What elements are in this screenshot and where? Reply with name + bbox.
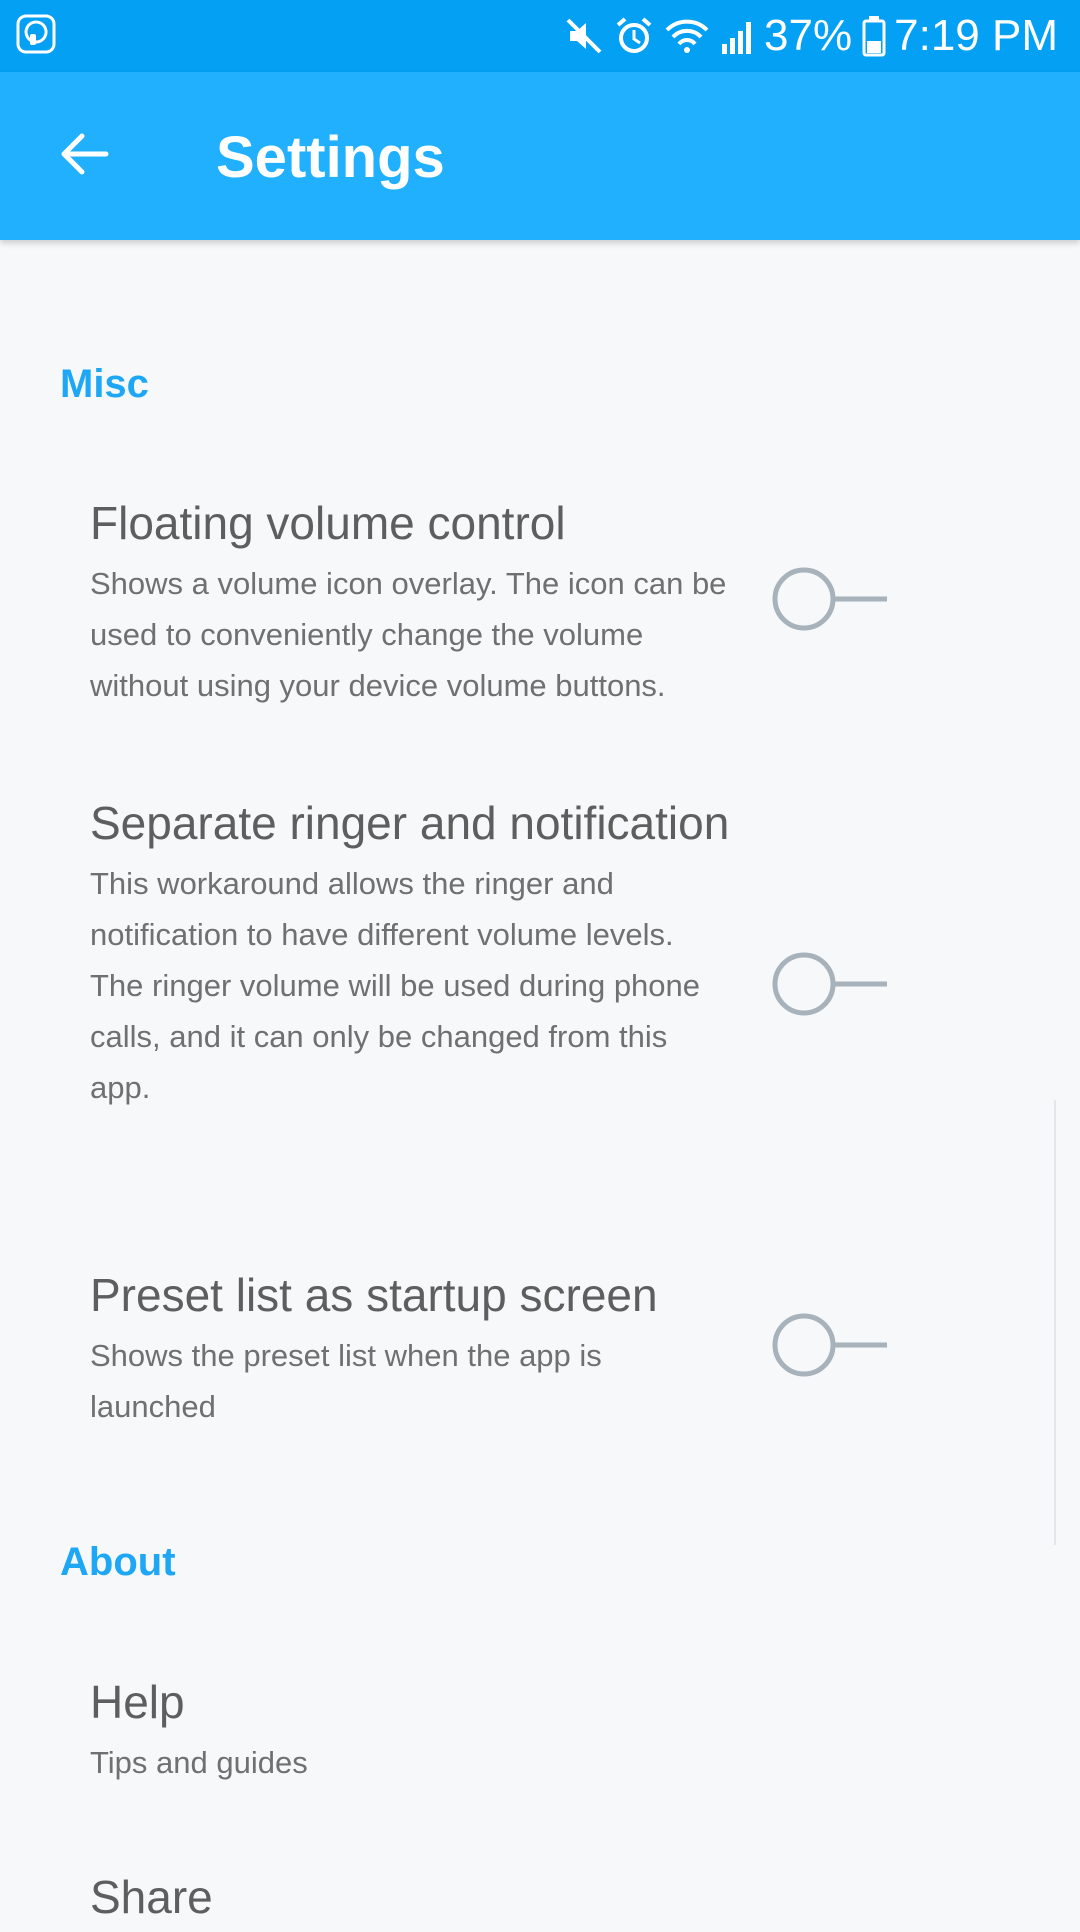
alarm-icon [614,16,654,56]
pref-summary: This workaround allows the ringer and no… [90,866,701,1105]
battery-icon [862,15,886,57]
pref-summary: Shows the preset list when the app is la… [90,1338,602,1424]
scrollbar[interactable] [1054,1100,1056,1545]
pref-preset-list-startup[interactable]: Preset list as startup screen Shows the … [90,1261,730,1432]
pref-summary: Shows a volume icon overlay. The icon ca… [90,566,727,703]
pref-title: Share [90,1871,213,1923]
floating-volume-control-switch[interactable] [770,565,890,633]
pref-title: Separate ringer and notification [90,797,730,849]
app-notification-icon [16,14,56,54]
arrow-back-icon [58,132,110,181]
pref-title: Help [90,1676,185,1728]
status-bar: 37% 7:19 PM [0,0,1080,72]
mute-icon [564,16,604,56]
pref-help[interactable]: Help Tips and guides [90,1668,730,1788]
app-bar: Settings [0,72,1080,240]
separate-ringer-notification-switch[interactable] [770,950,890,1018]
signal-icon [720,16,756,56]
pref-summary: Tips and guides [90,1745,308,1780]
pref-separate-ringer-notification[interactable]: Separate ringer and notification This wo… [90,789,730,1113]
wifi-icon [664,16,710,56]
pref-share[interactable]: Share [90,1863,730,1932]
preset-list-startup-switch[interactable] [770,1311,890,1379]
back-button[interactable] [46,118,122,194]
section-header-misc: Misc [60,362,149,406]
battery-percent: 37% [764,11,853,60]
page-title: Settings [216,125,445,190]
pref-floating-volume-control[interactable]: Floating volume control Shows a volume i… [90,489,730,711]
clock: 7:19 PM [894,11,1058,60]
section-header-about: About [60,1540,176,1584]
pref-title: Floating volume control [90,497,566,549]
pref-title: Preset list as startup screen [90,1269,658,1321]
